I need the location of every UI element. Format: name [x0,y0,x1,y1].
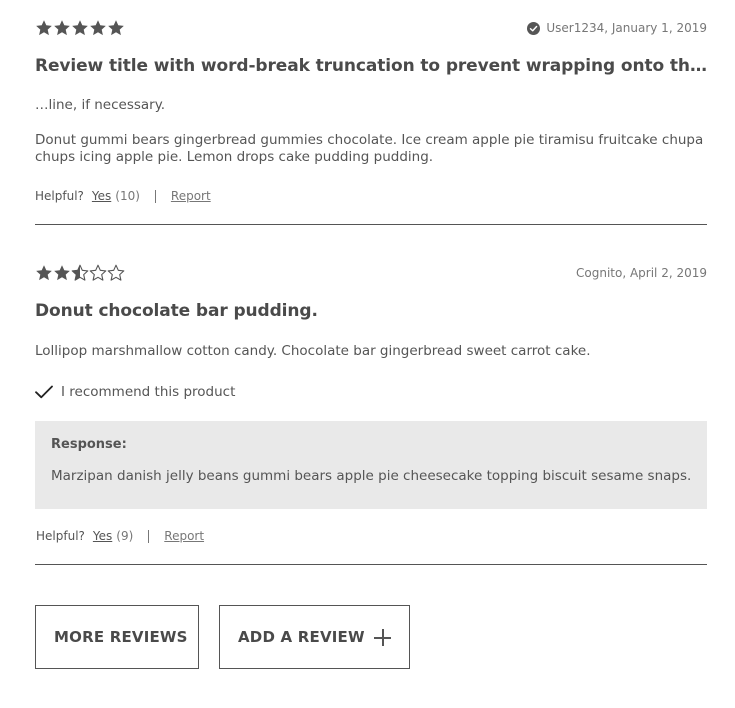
review-author-date: User1234, January 1, 2019 [546,21,707,35]
star-empty-icon [107,264,125,282]
report-link[interactable]: Report [171,189,211,203]
checkmark-icon [35,385,53,399]
review-author-date: Cognito, April 2, 2019 [576,266,707,280]
review-card: Cognito, April 2, 2019 Donut chocolate b… [35,245,707,565]
more-reviews-button[interactable]: MORE REVIEWS [35,605,199,669]
report-link[interactable]: Report [164,529,204,543]
star-full-icon [107,19,125,37]
star-full-icon [53,264,71,282]
helpful-row: Helpful? Yes (9) Report [36,529,204,543]
star-rating [35,19,125,37]
seller-response: Response: Marzipan danish jelly beans gu… [35,421,707,509]
plus-icon [374,629,391,646]
review-body: Donut gummi bears gingerbread gummies ch… [35,132,704,165]
star-empty-icon [89,264,107,282]
helpful-yes-count: (9) [116,529,134,543]
star-full-icon [71,19,89,37]
review-card: User1234, January 1, 2019 Review title w… [35,0,707,225]
helpful-yes-link[interactable]: Yes [93,529,112,543]
star-half-icon [71,264,89,282]
response-text: Marzipan danish jelly beans gummi bears … [51,468,692,484]
star-full-icon [53,19,71,37]
helpful-yes-link[interactable]: Yes [92,189,111,203]
helpful-label: Helpful? [35,189,84,203]
review-meta: Cognito, April 2, 2019 [576,266,707,280]
review-title: Review title with word-break truncation … [35,56,707,76]
helpful-row: Helpful? Yes (10) Report [35,189,211,203]
divider [154,189,156,203]
star-full-icon [89,19,107,37]
check-circle-icon [527,21,541,35]
review-meta: User1234, January 1, 2019 [527,21,707,35]
helpful-label: Helpful? [36,529,85,543]
star-full-icon [35,264,53,282]
add-review-button[interactable]: ADD A REVIEW [219,605,410,669]
helpful-yes-count: (10) [115,189,140,203]
review-title-continuation: …line, if necessary. [35,97,166,113]
star-full-icon [35,19,53,37]
review-body: Lollipop marshmallow cotton candy. Choco… [35,343,591,359]
recommend-row: I recommend this product [35,384,235,400]
review-title: Donut chocolate bar pudding. [35,301,318,321]
star-rating [35,264,125,282]
add-review-label: ADD A REVIEW [238,628,365,646]
response-label: Response: [51,437,127,452]
recommend-text: I recommend this product [61,384,236,400]
divider [148,529,150,543]
